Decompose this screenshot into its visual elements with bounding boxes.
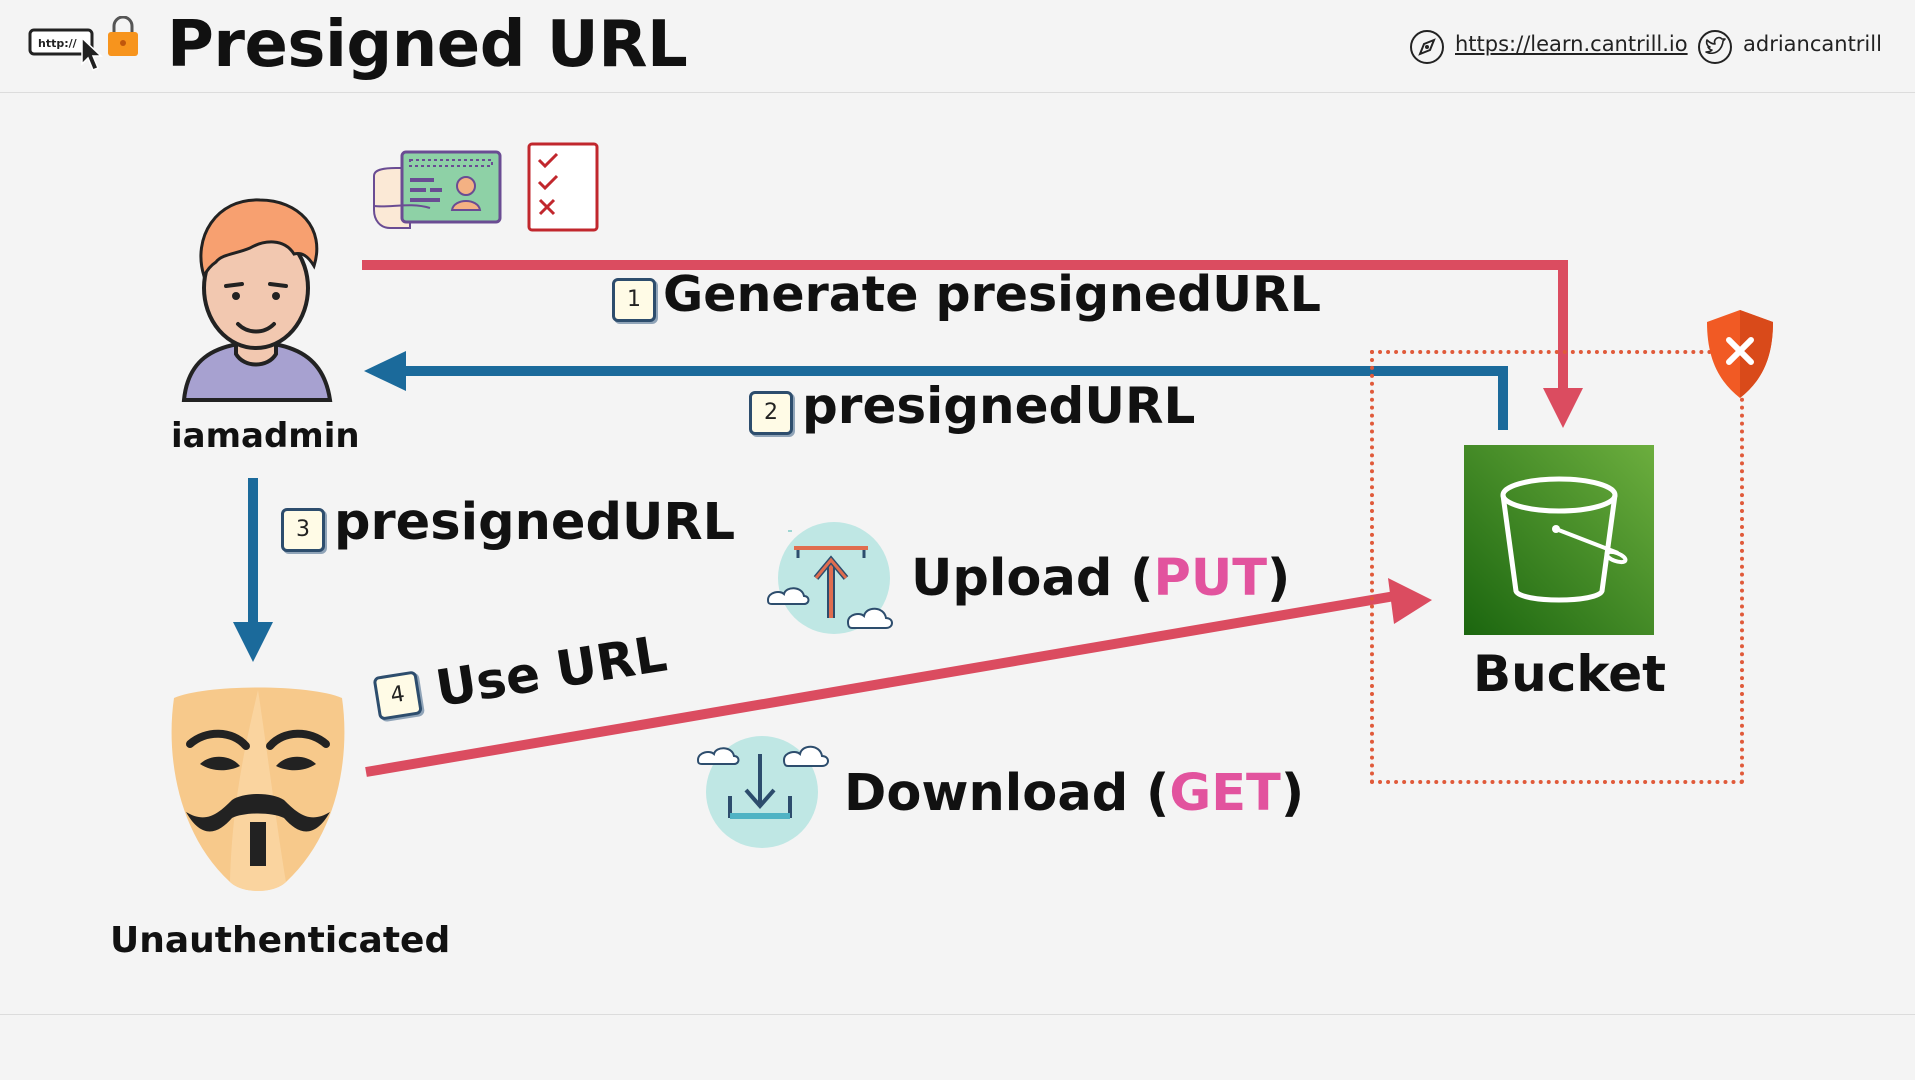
shield-deny-icon: [1707, 310, 1773, 398]
upload-label: Upload (PUT): [911, 549, 1291, 608]
step-1-badge: 1: [612, 278, 656, 322]
upload-cloud-icon: [766, 522, 893, 634]
download-text: Download: [844, 764, 1129, 823]
admin-label: iamadmin: [171, 416, 360, 456]
download-cloud-icon: [696, 736, 829, 848]
s3-bucket-icon[interactable]: [1464, 445, 1654, 635]
anonymous-mask-icon: [171, 687, 345, 891]
step-2-label: presignedURL: [802, 377, 1196, 435]
checklist-icon: [527, 142, 599, 232]
upload-method: PUT: [1153, 549, 1268, 608]
unauthenticated-label: Unauthenticated: [110, 920, 451, 961]
bucket-label: Bucket: [1473, 645, 1667, 703]
slide: http:// Presigned URL https://learn.cant…: [0, 0, 1915, 1080]
arrow-step3-share: [233, 478, 273, 662]
step-3-label: presignedURL: [334, 493, 736, 552]
admin-avatar-icon: [181, 198, 333, 402]
download-label: Download (GET): [844, 764, 1305, 823]
id-card-icon: [373, 150, 502, 229]
upload-text: Upload: [911, 549, 1113, 608]
step-3-badge: 3: [281, 508, 325, 552]
step-1-label: Generate presignedURL: [663, 266, 1321, 323]
download-method: GET: [1169, 764, 1281, 823]
step-4-badge: 4: [372, 670, 423, 721]
step-2-badge: 2: [749, 391, 793, 435]
